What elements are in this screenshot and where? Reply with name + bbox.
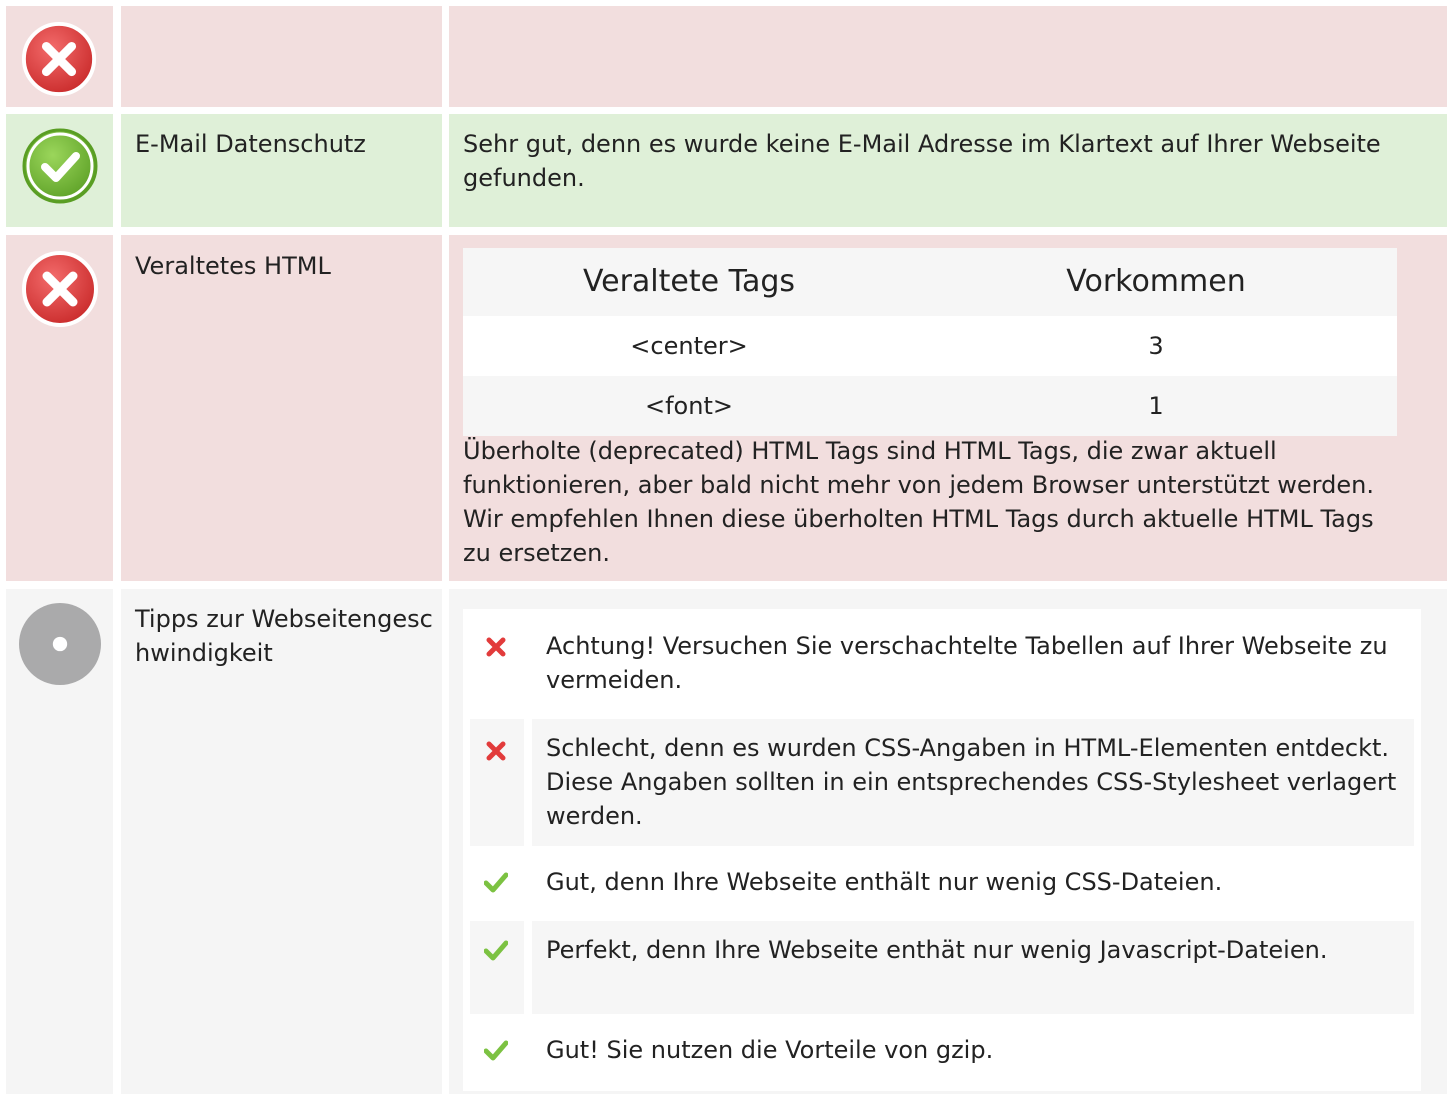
table-row: <center> 3 [463, 316, 1397, 376]
label-cell: E-Mail Datenschutz [121, 114, 442, 227]
tag-cell: <font> [645, 392, 733, 420]
detail-cell [449, 6, 1447, 107]
row-description: Überholte (deprecated) HTML Tags sind HT… [463, 437, 1374, 567]
list-item: Achtung! Versuchen Sie verschachtelte Ta… [470, 609, 1414, 712]
deprecated-tags-table: Veraltete Tags Vorkommen <center> 3 <fon… [463, 248, 1397, 436]
row-label: E-Mail Datenschutz [135, 130, 366, 158]
detail-cell: Veraltete Tags Vorkommen <center> 3 <fon… [449, 235, 1447, 581]
count-cell: 1 [1148, 392, 1164, 420]
detail-cell: Achtung! Versuchen Sie verschachtelte Ta… [449, 589, 1447, 1094]
column-header-tags: Veraltete Tags [582, 264, 796, 299]
list-item: Gut, denn Ihre Webseite enthält nur weni… [470, 853, 1414, 913]
label-cell [121, 6, 442, 107]
status-cell [6, 114, 113, 227]
result-row-deprecated-html: Veraltetes HTML Veraltete Tags Vorkommen… [6, 235, 1447, 581]
count-cell: 3 [1148, 332, 1164, 360]
result-row-speed-tips: Tipps zur Webseitengeschwindigkeit Achtu… [6, 589, 1447, 1094]
status-cell [6, 589, 113, 1094]
tag-cell: <center> [630, 332, 748, 360]
column-header-count: Vorkommen [1066, 264, 1246, 299]
table-row: <font> 1 [463, 376, 1397, 436]
tip-text: Achtung! Versuchen Sie verschachtelte Ta… [546, 632, 1388, 694]
label-cell: Tipps zur Webseitengeschwindigkeit [121, 589, 442, 1094]
row-label: Veraltetes HTML [135, 252, 331, 280]
red-cross-icon [486, 637, 506, 657]
tip-text: Schlecht, denn es wurden CSS-Angaben in … [546, 734, 1397, 830]
table-header: Veraltete Tags Vorkommen [463, 248, 1397, 316]
green-check-icon [484, 940, 508, 961]
error-circle-icon [21, 21, 97, 97]
label-cell: Veraltetes HTML [121, 235, 442, 581]
result-row-email-privacy: E-Mail Datenschutz Sehr gut, denn es wur… [6, 114, 1447, 227]
list-item: Perfekt, denn Ihre Webseite enthät nur w… [470, 921, 1414, 1014]
row-label: Tipps zur Webseitengeschwindigkeit [135, 605, 433, 667]
green-check-icon [484, 1040, 508, 1061]
list-item: Gut! Sie nutzen die Vorteile von gzip. [470, 1021, 1414, 1087]
error-circle-icon [22, 251, 98, 327]
status-cell [6, 6, 113, 107]
list-item: Schlecht, denn es wurden CSS-Angaben in … [470, 719, 1414, 846]
status-cell [6, 235, 113, 581]
red-cross-icon [486, 741, 506, 761]
tip-text: Perfekt, denn Ihre Webseite enthät nur w… [546, 936, 1328, 964]
tip-text: Gut! Sie nutzen die Vorteile von gzip. [546, 1036, 994, 1064]
result-row-empty [6, 6, 1447, 107]
row-description: Sehr gut, denn es wurde keine E-Mail Adr… [463, 130, 1381, 192]
detail-cell: Sehr gut, denn es wurde keine E-Mail Adr… [449, 114, 1447, 227]
tip-text: Gut, denn Ihre Webseite enthält nur weni… [546, 868, 1223, 896]
success-check-circle-icon [22, 128, 98, 204]
tips-list: Achtung! Versuchen Sie verschachtelte Ta… [463, 609, 1421, 1091]
neutral-circle-icon [19, 603, 101, 685]
green-check-icon [484, 872, 508, 893]
